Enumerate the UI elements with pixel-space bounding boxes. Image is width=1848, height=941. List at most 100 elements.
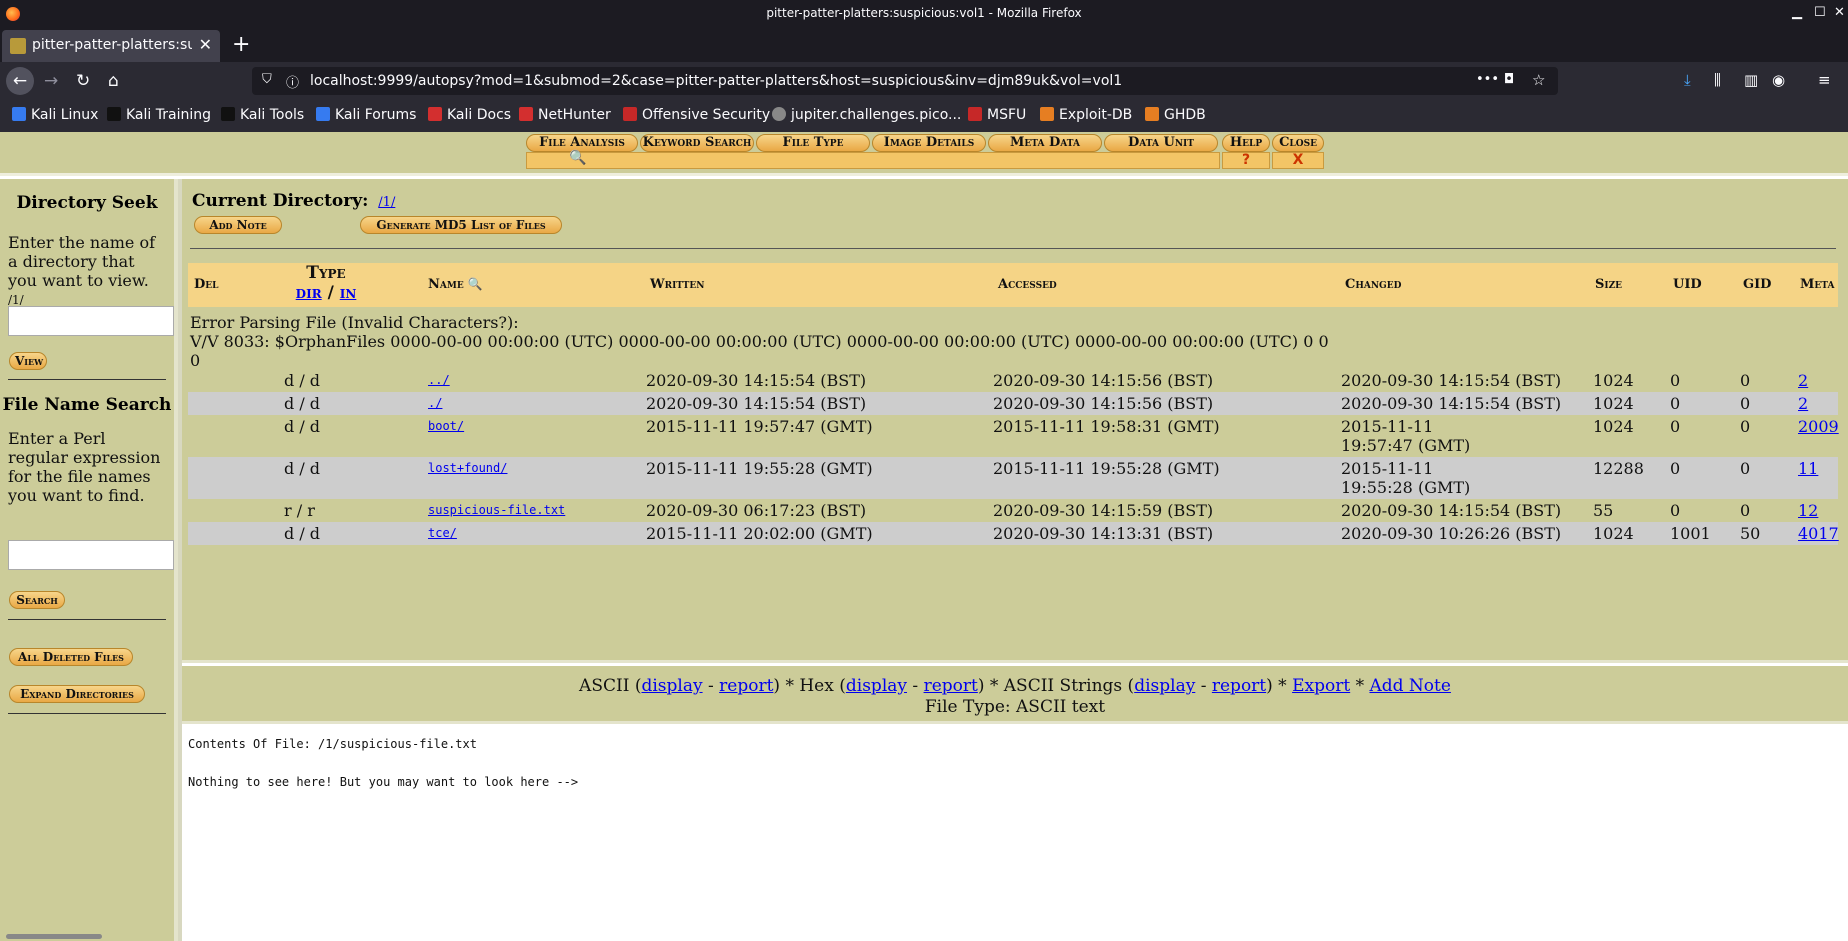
strings-display-link[interactable]: display — [1134, 676, 1195, 696]
cell-meta-link[interactable]: 2009 — [1798, 417, 1839, 436]
cell-name-link[interactable]: ./ — [428, 394, 442, 413]
downloads-icon[interactable]: ⤓ — [1684, 71, 1691, 89]
cell-uid: 0 — [1670, 501, 1681, 520]
bookmark-msfu[interactable]: MSFU — [968, 107, 1026, 123]
table-row[interactable]: d / d lost+found/ 2015-11-11 19:55:28 (G… — [188, 457, 1838, 499]
cell-name-link[interactable]: tce/ — [428, 524, 457, 543]
current-directory-link[interactable]: /1/ — [378, 195, 395, 210]
add-note-button[interactable]: Add Note — [194, 216, 282, 234]
file-name-search-input[interactable] — [8, 540, 174, 570]
account-icon[interactable]: ◉ — [1772, 71, 1785, 89]
all-deleted-files-button[interactable]: All Deleted Files — [9, 648, 133, 666]
bookmark-kali-linux[interactable]: Kali Linux — [12, 107, 98, 123]
file-name-search-title: File Name Search — [2, 395, 172, 415]
offensive-security-icon — [623, 107, 637, 121]
exploit-db-icon — [1040, 107, 1054, 121]
header-uid: UID — [1673, 277, 1702, 292]
tab-image-details[interactable]: Image Details — [872, 134, 986, 152]
cell-meta-link[interactable]: 2 — [1798, 394, 1808, 413]
library-icon[interactable]: ⫼ — [1714, 71, 1721, 89]
ascii-display-link[interactable]: display — [641, 676, 702, 696]
table-row[interactable]: d / d ./ 2020-09-30 14:15:54 (BST) 2020-… — [188, 392, 1838, 415]
header-name[interactable]: Name 🔍 — [428, 277, 483, 292]
active-tab-indicator: 🔍 — [526, 150, 1220, 169]
header-written: Written — [650, 277, 705, 292]
hex-report-link[interactable]: report — [924, 676, 978, 696]
view-options-line: ASCII (display - report) * Hex (display … — [579, 676, 1451, 696]
hex-display-link[interactable]: display — [846, 676, 907, 696]
maximize-icon[interactable]: ☐ — [1814, 5, 1826, 20]
reload-button[interactable]: ↻ — [76, 70, 90, 92]
url-text[interactable]: localhost:9999/autopsy?mod=1&submod=2&ca… — [310, 73, 1122, 89]
bookmark-kali-tools[interactable]: Kali Tools — [221, 107, 304, 123]
close-window-icon[interactable]: ✕ — [1834, 5, 1845, 20]
type-dir-link[interactable]: dir — [296, 283, 322, 303]
minimize-icon[interactable]: ▁ — [1792, 5, 1802, 20]
cell-name-link[interactable]: boot/ — [428, 417, 464, 436]
bookmark-star-icon[interactable]: ☆ — [1532, 71, 1545, 89]
ascii-report-link[interactable]: report — [719, 676, 773, 696]
bookmark-kali-training[interactable]: Kali Training — [107, 107, 211, 123]
generate-md5-button[interactable]: Generate MD5 List of Files — [360, 216, 562, 234]
menu-icon[interactable]: ≡ — [1818, 71, 1831, 89]
type-in-link[interactable]: in — [340, 283, 357, 303]
export-link[interactable]: Export — [1292, 676, 1350, 696]
back-button[interactable]: ← — [6, 67, 34, 95]
shield-icon[interactable]: ⛉ — [262, 72, 272, 87]
table-row[interactable]: d / d boot/ 2015-11-11 19:57:47 (GMT) 20… — [188, 415, 1839, 457]
help-question-icon[interactable]: ? — [1222, 152, 1270, 169]
cell-name-link[interactable]: lost+found/ — [428, 459, 507, 478]
current-directory: Current Directory: /1/ — [192, 191, 395, 211]
directory-seek-instructions: Enter the name of a directory that you w… — [8, 233, 156, 290]
cell-gid: 0 — [1740, 459, 1751, 478]
url-bar[interactable]: ⛉ ⓘ localhost:9999/autopsy?mod=1&submod=… — [252, 67, 1558, 95]
info-icon[interactable]: ⓘ — [286, 72, 299, 91]
page-actions-icon[interactable]: ••• — [1476, 72, 1499, 87]
close-x-icon[interactable]: X — [1272, 152, 1324, 169]
tab-meta-data[interactable]: Meta Data — [988, 134, 1102, 152]
tab-keyword-search[interactable]: Keyword Search — [640, 134, 754, 152]
forward-button[interactable]: → — [44, 70, 58, 92]
close-tab-icon[interactable]: ✕ — [199, 35, 212, 54]
directory-input[interactable] — [8, 306, 174, 336]
cell-name-link[interactable]: suspicious-file.txt — [428, 501, 565, 520]
bookmark-kali-forums[interactable]: Kali Forums — [316, 107, 416, 123]
bookmark-jupiter-challenges[interactable]: jupiter.challenges.pico... — [772, 107, 961, 123]
cell-name-link[interactable]: ../ — [428, 371, 450, 390]
table-row[interactable]: d / d ../ 2020-09-30 14:15:54 (BST) 2020… — [188, 369, 1838, 392]
bookmark-nethunter[interactable]: NetHunter — [519, 107, 611, 123]
add-note-link[interactable]: Add Note — [1369, 676, 1450, 696]
view-button[interactable]: View — [9, 352, 47, 370]
sort-magnifier-icon[interactable]: 🔍 — [464, 277, 483, 291]
tab-close[interactable]: Close — [1272, 134, 1324, 152]
table-row[interactable]: d / d tce/ 2015-11-11 20:02:00 (GMT) 202… — [188, 522, 1839, 545]
bookmark-ghdb[interactable]: GHDB — [1145, 107, 1206, 123]
bookmark-exploit-db[interactable]: Exploit-DB — [1040, 107, 1132, 123]
bookmark-offensive-security[interactable]: Offensive Security — [623, 107, 770, 123]
cell-meta-link[interactable]: 4017 — [1798, 524, 1839, 543]
cell-written: 2015-11-11 19:55:28 (GMT) — [646, 459, 873, 478]
sidebar-icon[interactable]: ▥ — [1744, 71, 1758, 89]
cell-type: d / d — [284, 394, 321, 413]
horizontal-scrollbar[interactable] — [6, 934, 102, 939]
cell-meta-link[interactable]: 2 — [1798, 371, 1808, 390]
new-tab-button[interactable]: + — [232, 32, 250, 57]
expand-directories-button[interactable]: Expand Directories — [9, 685, 145, 703]
cell-accessed: 2015-11-11 19:55:28 (GMT) — [993, 459, 1220, 478]
tab-autopsy[interactable]: pitter-patter-platters:sus ✕ — [2, 30, 220, 62]
search-button[interactable]: Search — [9, 591, 65, 609]
home-button[interactable]: ⌂ — [108, 70, 119, 92]
cell-type: r / r — [284, 501, 315, 520]
cell-meta-link[interactable]: 12 — [1798, 501, 1818, 520]
tab-data-unit[interactable]: Data Unit — [1104, 134, 1218, 152]
strings-report-link[interactable]: report — [1212, 676, 1266, 696]
tab-help[interactable]: Help — [1222, 134, 1270, 152]
pocket-icon[interactable]: ◘ — [1504, 72, 1514, 87]
tab-file-type[interactable]: File Type — [756, 134, 870, 152]
table-row[interactable]: r / r suspicious-file.txt 2020-09-30 06:… — [188, 499, 1838, 522]
bookmark-kali-docs[interactable]: Kali Docs — [428, 107, 511, 123]
cell-size: 1024 — [1593, 394, 1634, 413]
cell-meta-link[interactable]: 11 — [1798, 459, 1818, 478]
cell-gid: 0 — [1740, 501, 1751, 520]
magnifier-icon: 🔍 — [569, 150, 587, 166]
